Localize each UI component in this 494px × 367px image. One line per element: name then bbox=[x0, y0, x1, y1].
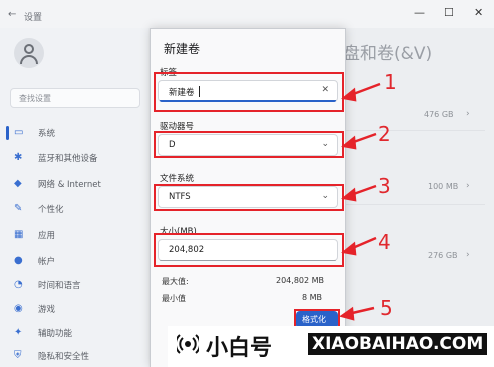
network-icon: ◆ bbox=[14, 178, 22, 189]
annotation-number-4: 4 bbox=[378, 230, 391, 254]
min-size-value: 8 MB bbox=[302, 293, 323, 302]
accessibility-icon: ✦ bbox=[14, 327, 23, 338]
account-icon: ● bbox=[14, 255, 23, 266]
search-input[interactable]: 查找设置 bbox=[10, 88, 140, 108]
arrowhead-3 bbox=[341, 187, 357, 202]
max-size-label: 最大值: bbox=[162, 277, 189, 286]
window-title: 设置 bbox=[24, 13, 43, 23]
max-size-value: 204,802 MB bbox=[276, 276, 325, 285]
sidebar-item-personalization[interactable]: ✎ 个性化 bbox=[6, 198, 144, 220]
annotation-number-5: 5 bbox=[380, 296, 393, 320]
sidebar-item-system[interactable]: ▭ 系统 bbox=[6, 122, 144, 144]
sidebar-item-bluetooth[interactable]: ✱ 蓝牙和其他设备 bbox=[6, 147, 144, 169]
watermark-brand-en: XIAOBAIHAO.COM bbox=[308, 333, 488, 355]
system-icon: ▭ bbox=[14, 127, 24, 138]
apps-icon: ▦ bbox=[14, 229, 24, 240]
file-system-label: 文件系统 bbox=[160, 174, 195, 184]
sidebar-item-label: 个性化 bbox=[38, 205, 64, 215]
back-arrow-icon[interactable]: ← bbox=[8, 9, 16, 20]
sidebar-item-privacy[interactable]: ⛨ 隐私和安全性 bbox=[6, 345, 144, 367]
sidebar-item-label: 应用 bbox=[38, 231, 56, 241]
highlight-box-4 bbox=[154, 233, 344, 267]
dialog-title: 新建卷 bbox=[164, 42, 201, 56]
watermark-brand-cn: 小白号 bbox=[206, 336, 273, 361]
shield-icon: ⛨ bbox=[14, 350, 22, 361]
annotation-arrows bbox=[340, 82, 381, 321]
sidebar-item-gaming[interactable]: ◉ 游戏 bbox=[6, 298, 144, 320]
annotation-number-2: 2 bbox=[378, 122, 391, 146]
sidebar-item-label: 系统 bbox=[38, 129, 56, 139]
clock-icon: ◔ bbox=[14, 279, 23, 290]
highlight-box-3 bbox=[154, 184, 344, 211]
sidebar-item-label: 辅助功能 bbox=[38, 329, 73, 339]
avatar[interactable] bbox=[14, 38, 44, 68]
game-icon: ◉ bbox=[14, 303, 23, 314]
min-size-label: 最小值 bbox=[162, 294, 186, 303]
bluetooth-icon: ✱ bbox=[14, 152, 23, 163]
sidebar-item-label: 时间和语言 bbox=[38, 281, 81, 291]
annotation-number-3: 3 bbox=[378, 174, 391, 198]
highlight-box-1 bbox=[154, 72, 344, 112]
arrowhead-2 bbox=[341, 135, 357, 150]
close-button[interactable]: ✕ bbox=[474, 6, 483, 19]
active-indicator bbox=[6, 126, 9, 140]
broadcast-logo-icon bbox=[177, 334, 199, 354]
arrowhead-4 bbox=[341, 241, 357, 256]
sidebar-item-label: 帐户 bbox=[38, 257, 56, 267]
highlight-box-2 bbox=[154, 131, 344, 158]
search-placeholder: 查找设置 bbox=[19, 94, 51, 103]
annotation-number-1: 1 bbox=[384, 70, 397, 94]
sidebar-item-accessibility[interactable]: ✦ 辅助功能 bbox=[6, 322, 144, 344]
arrowhead-1 bbox=[341, 87, 357, 102]
sidebar-item-network[interactable]: ◆ 网络 & Internet bbox=[6, 173, 144, 195]
maximize-button[interactable]: ☐ bbox=[444, 6, 454, 19]
sidebar-item-label: 游戏 bbox=[38, 305, 56, 315]
sidebar-item-apps[interactable]: ▦ 应用 bbox=[6, 224, 144, 246]
sidebar-item-label: 网络 & Internet bbox=[38, 180, 101, 190]
sidebar-item-label: 蓝牙和其他设备 bbox=[38, 154, 98, 164]
brush-icon: ✎ bbox=[14, 203, 23, 214]
sidebar-item-accounts[interactable]: ● 帐户 bbox=[6, 250, 144, 272]
sidebar-item-time-language[interactable]: ◔ 时间和语言 bbox=[6, 274, 144, 296]
arrowhead-5 bbox=[340, 306, 355, 321]
sidebar-item-label: 隐私和安全性 bbox=[38, 352, 90, 362]
minimize-button[interactable]: — bbox=[414, 6, 425, 19]
